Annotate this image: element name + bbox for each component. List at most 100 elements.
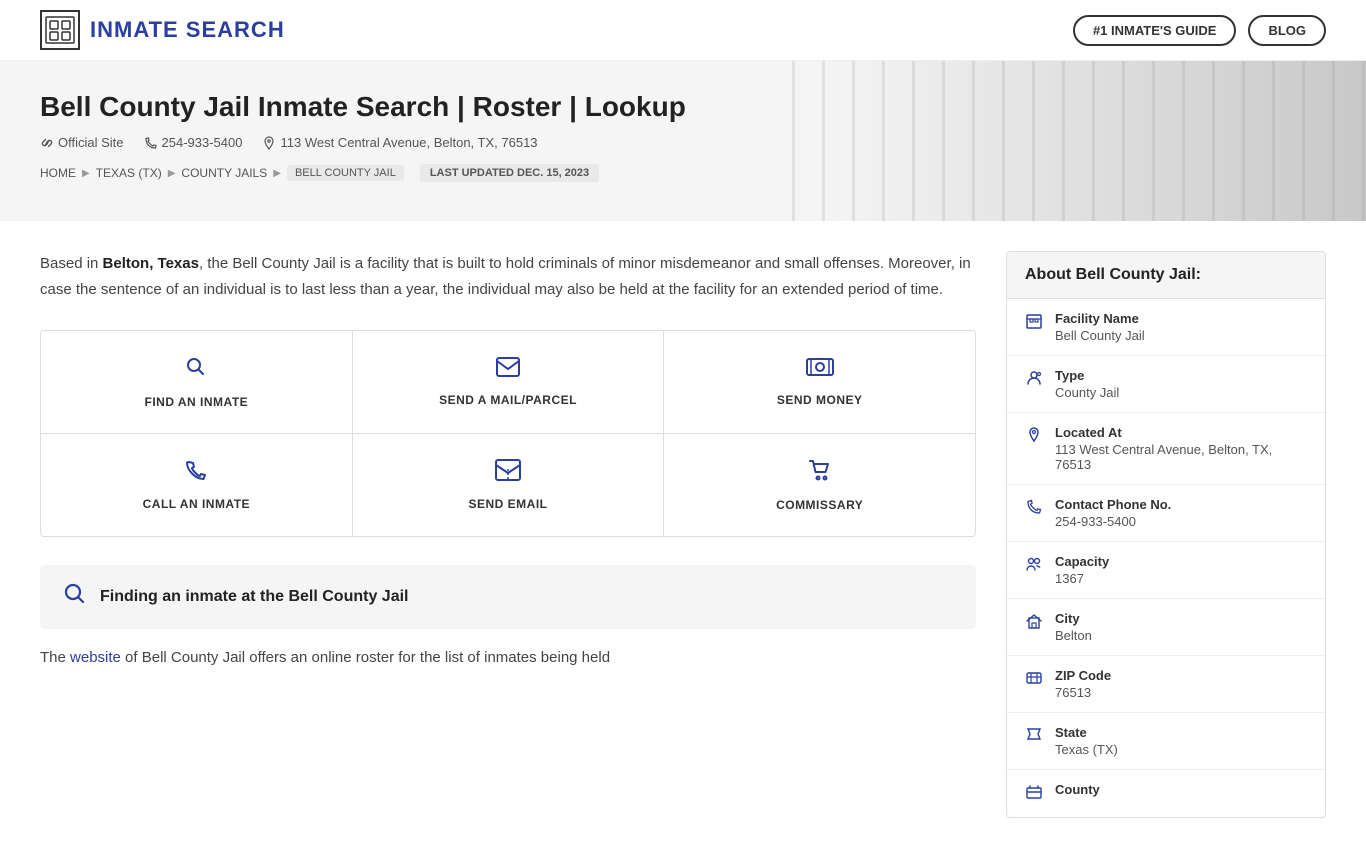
desc-below-before: The: [40, 649, 70, 666]
county-icon: [1025, 784, 1043, 805]
city-label: City: [1055, 611, 1092, 626]
zip-icon: [1025, 670, 1043, 691]
type-icon: [1025, 370, 1043, 391]
capacity-label: Capacity: [1055, 554, 1109, 569]
location-icon: [1025, 427, 1043, 448]
hero-address: 113 West Central Avenue, Belton, TX, 765…: [280, 135, 537, 150]
sidebar-zip: ZIP Code 76513: [1007, 656, 1325, 713]
type-content: Type County Jail: [1055, 368, 1119, 400]
city-content: City Belton: [1055, 611, 1092, 643]
state-value: Texas (TX): [1055, 742, 1118, 757]
desc-below-text: The website of Bell County Jail offers a…: [40, 645, 976, 671]
call-inmate-cell[interactable]: CALL AN INMATE: [41, 434, 353, 536]
logo-icon: [40, 10, 80, 50]
facility-name-value: Bell County Jail: [1055, 328, 1145, 343]
send-mail-icon: [496, 357, 520, 383]
finding-heading: Finding an inmate at the Bell County Jai…: [100, 588, 408, 606]
logo[interactable]: INMATE SEARCH: [40, 10, 285, 50]
description-text: Based in Belton, Texas, the Bell County …: [40, 251, 976, 302]
building-icon: [1025, 313, 1043, 334]
location-label: Located At: [1055, 425, 1307, 440]
send-money-label: SEND MONEY: [777, 393, 863, 407]
commissary-label: COMMISSARY: [776, 498, 863, 512]
location-value: 113 West Central Avenue, Belton, TX, 765…: [1055, 442, 1307, 472]
right-column: About Bell County Jail: Facility Name: [1006, 251, 1326, 818]
website-link[interactable]: website: [70, 649, 121, 666]
send-email-icon: [495, 459, 521, 487]
commissary-icon: [808, 458, 832, 488]
sidebar-capacity: Capacity 1367: [1007, 542, 1325, 599]
city-icon: [1025, 613, 1043, 634]
phone-label: Contact Phone No.: [1055, 497, 1171, 512]
zip-label: ZIP Code: [1055, 668, 1111, 683]
capacity-icon: [1025, 556, 1043, 577]
site-header: INMATE SEARCH #1 INMATE'S GUIDE BLOG: [0, 0, 1366, 61]
send-money-cell[interactable]: SEND MONEY: [664, 331, 975, 434]
breadcrumb-sep3: ▶: [273, 168, 281, 179]
breadcrumb-current: BELL COUNTY JAIL: [287, 165, 404, 181]
left-column: Based in Belton, Texas, the Bell County …: [40, 251, 976, 818]
find-inmate-icon: [184, 355, 208, 385]
finding-section: Finding an inmate at the Bell County Jai…: [40, 565, 976, 629]
logo-text: INMATE SEARCH: [90, 17, 285, 43]
last-updated-badge: LAST UPDATED DEC. 15, 2023: [420, 164, 599, 182]
phone-value: 254-933-5400: [1055, 514, 1171, 529]
sidebar-state: State Texas (TX): [1007, 713, 1325, 770]
breadcrumb-home[interactable]: HOME: [40, 166, 76, 180]
sidebar-facility-name: Facility Name Bell County Jail: [1007, 299, 1325, 356]
type-label: Type: [1055, 368, 1119, 383]
commissary-cell[interactable]: COMMISSARY: [664, 434, 975, 536]
state-label: State: [1055, 725, 1118, 740]
link-icon: [40, 136, 54, 150]
desc-below-after: of Bell County Jail offers an online ros…: [121, 649, 610, 666]
address-link[interactable]: 113 West Central Avenue, Belton, TX, 765…: [262, 135, 537, 150]
action-row-2: CALL AN INMATE SEND EMAIL: [41, 434, 975, 536]
type-value: County Jail: [1055, 385, 1119, 400]
zip-content: ZIP Code 76513: [1055, 668, 1111, 700]
main-content: Based in Belton, Texas, the Bell County …: [0, 221, 1366, 848]
state-icon: [1025, 727, 1043, 748]
send-email-cell[interactable]: SEND EMAIL: [353, 434, 665, 536]
send-mail-label: SEND A MAIL/PARCEL: [439, 393, 577, 407]
call-inmate-label: CALL AN INMATE: [143, 497, 250, 511]
official-site-link[interactable]: Official Site: [40, 135, 124, 150]
phone-link[interactable]: 254-933-5400: [144, 135, 243, 150]
action-grid: FIND AN INMATE SEND A MAIL/PARCEL: [40, 330, 976, 537]
sidebar-city: City Belton: [1007, 599, 1325, 656]
desc-location: Belton, Texas: [103, 255, 199, 272]
sidebar-info-list: Facility Name Bell County Jail Ty: [1007, 299, 1325, 817]
send-money-icon: [806, 357, 834, 383]
send-email-label: SEND EMAIL: [469, 497, 548, 511]
sidebar-county: County: [1007, 770, 1325, 817]
capacity-value: 1367: [1055, 571, 1109, 586]
facility-name-content: Facility Name Bell County Jail: [1055, 311, 1145, 343]
finding-search-icon: [64, 583, 86, 611]
breadcrumb-state[interactable]: TEXAS (TX): [96, 166, 162, 180]
sidebar-header: About Bell County Jail:: [1007, 252, 1325, 299]
phone-hero-icon: [144, 136, 158, 150]
header-nav: #1 INMATE'S GUIDE BLOG: [1073, 15, 1326, 46]
inmates-guide-button[interactable]: #1 INMATE'S GUIDE: [1073, 15, 1236, 46]
sidebar-card: About Bell County Jail: Facility Name: [1006, 251, 1326, 818]
phone-icon: [1025, 499, 1043, 520]
breadcrumb-county-jails[interactable]: COUNTY JAILS: [181, 166, 267, 180]
city-value: Belton: [1055, 628, 1092, 643]
location-content: Located At 113 West Central Avenue, Belt…: [1055, 425, 1307, 472]
location-hero-icon: [262, 136, 276, 150]
capacity-content: Capacity 1367: [1055, 554, 1109, 586]
official-site-label: Official Site: [58, 135, 124, 150]
blog-button[interactable]: BLOG: [1248, 15, 1326, 46]
sidebar-type: Type County Jail: [1007, 356, 1325, 413]
breadcrumb-sep2: ▶: [168, 168, 176, 179]
desc-intro: Based in: [40, 255, 103, 272]
action-row-1: FIND AN INMATE SEND A MAIL/PARCEL: [41, 331, 975, 434]
hero-bg-overlay: [792, 61, 1366, 221]
facility-name-label: Facility Name: [1055, 311, 1145, 326]
call-inmate-icon: [185, 459, 207, 487]
find-inmate-cell[interactable]: FIND AN INMATE: [41, 331, 353, 434]
send-mail-cell[interactable]: SEND A MAIL/PARCEL: [353, 331, 665, 434]
breadcrumb-sep1: ▶: [82, 168, 90, 179]
phone-content: Contact Phone No. 254-933-5400: [1055, 497, 1171, 529]
county-content: County: [1055, 782, 1100, 799]
hero-phone: 254-933-5400: [162, 135, 243, 150]
